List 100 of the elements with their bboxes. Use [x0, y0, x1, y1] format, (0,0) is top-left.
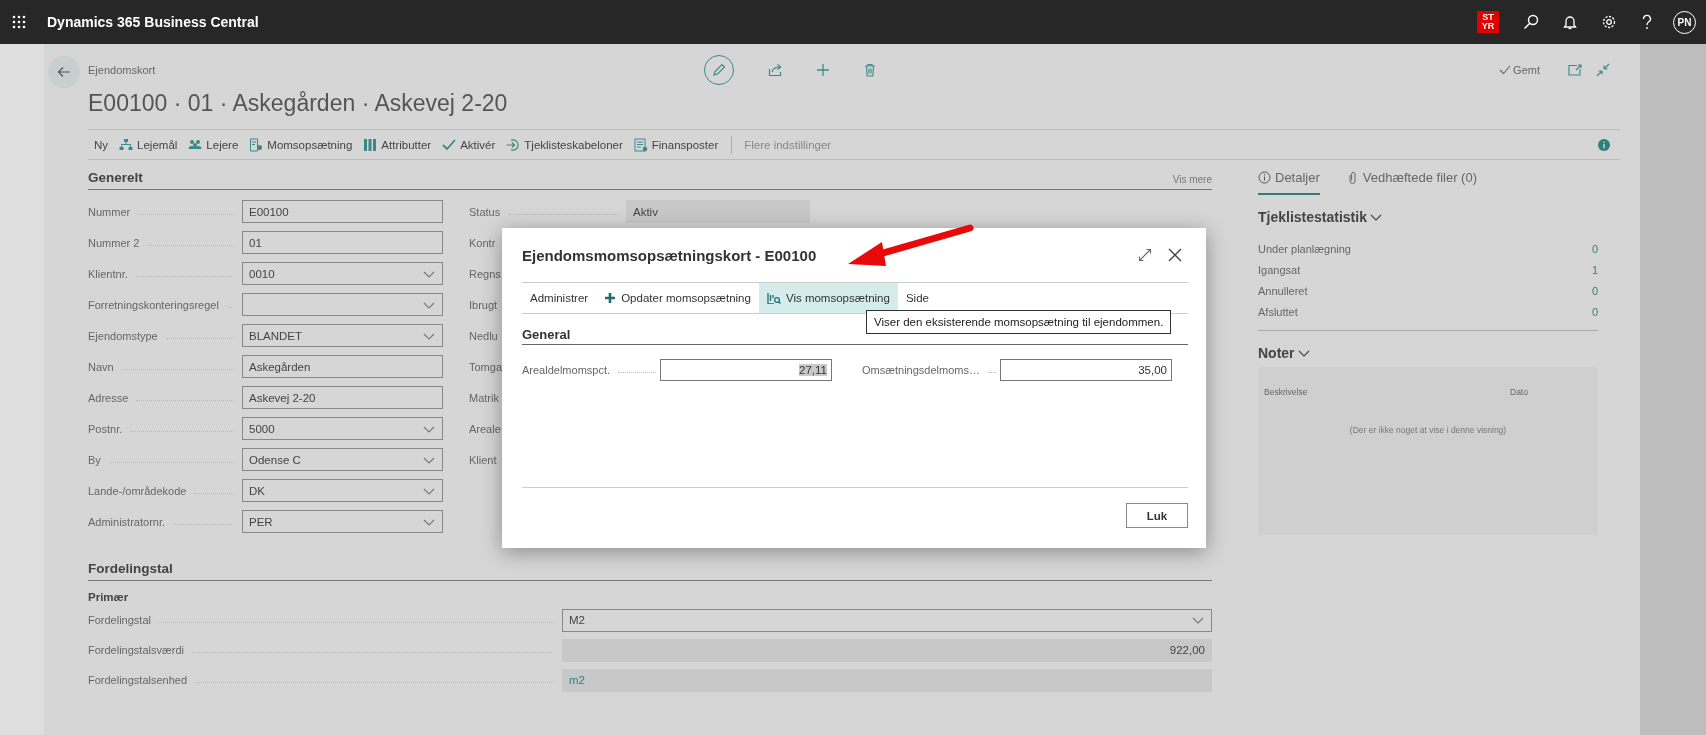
- input-field[interactable]: 27,11: [660, 359, 832, 381]
- field-label: Areale: [469, 422, 501, 435]
- input-field[interactable]: Askegården: [242, 355, 443, 378]
- section-heading[interactable]: Fordelingstal: [88, 561, 173, 576]
- action-button[interactable]: Lejere: [188, 137, 239, 152]
- dropdown-field[interactable]: BLANDET: [242, 324, 443, 347]
- dropdown-field[interactable]: Odense C: [242, 448, 443, 471]
- field-label: Nedlu: [469, 329, 498, 342]
- stat-label: Igangsat: [1258, 264, 1301, 276]
- field-label: Ejendomstype: [88, 329, 158, 342]
- action-button[interactable]: Opdater momsopsætning: [596, 283, 759, 313]
- dialog-title: Ejendomsmomsopsætningskort - E00100: [522, 246, 817, 264]
- input-field[interactable]: 01: [242, 231, 443, 254]
- action-button[interactable]: Aktivér: [442, 137, 496, 152]
- dropdown-field[interactable]: 0010: [242, 262, 443, 285]
- dropdown-field[interactable]: PER: [242, 510, 443, 533]
- field-label: Postnr.: [88, 422, 123, 435]
- field-label: Nummer 2: [88, 236, 140, 249]
- stats-heading[interactable]: Tjeklistestatistik: [1258, 209, 1383, 225]
- field-label: By: [88, 453, 101, 466]
- expand-icon[interactable]: [1138, 248, 1152, 262]
- check-icon: [442, 137, 457, 152]
- leader-line: [988, 372, 996, 373]
- dropdown-field[interactable]: 5000: [242, 417, 443, 440]
- search-icon[interactable]: [1523, 14, 1539, 30]
- save-status: Gemt: [1499, 64, 1540, 76]
- column-header: Dato: [1510, 387, 1528, 397]
- field-label: Klientnr.: [88, 267, 128, 280]
- action-button[interactable]: Attributter: [363, 137, 432, 152]
- plus-icon: [604, 292, 617, 304]
- stat-label: Afsluttet: [1258, 306, 1298, 318]
- document-settings-icon: [249, 137, 264, 152]
- back-button[interactable]: [48, 56, 80, 88]
- delete-icon[interactable]: [864, 63, 876, 77]
- field-label: Fordelingstalsenhed: [88, 674, 188, 686]
- breadcrumb[interactable]: Ejendomskort: [88, 64, 704, 76]
- column-header: Beskrivelse: [1264, 387, 1309, 397]
- field-label: Navn: [88, 360, 114, 373]
- leader-line: [618, 372, 656, 373]
- notes-heading[interactable]: Noter: [1258, 345, 1311, 361]
- field-label: Status: [469, 205, 501, 218]
- dropdown-field[interactable]: DK: [242, 479, 443, 502]
- action-button[interactable]: Finansposter: [633, 137, 719, 152]
- field-label: Omsætningsdelmoms…: [862, 364, 980, 376]
- action-button[interactable]: Tjeklisteskabeloner: [506, 137, 623, 152]
- dropdown-field[interactable]: [242, 293, 443, 316]
- app-title[interactable]: Dynamics 365 Business Central: [47, 14, 259, 30]
- action-button[interactable]: Vis momsopsætning: [758, 283, 898, 313]
- field-label: Kontr: [469, 236, 496, 249]
- page-title: E00100 · 01 · Askegården · Askevej 2-20: [88, 90, 509, 118]
- check-icon: [1499, 65, 1512, 75]
- action-button[interactable]: Side: [897, 283, 937, 313]
- field-label: Forretningskonteringsregel: [88, 298, 219, 311]
- info-icon[interactable]: [1598, 138, 1610, 151]
- company-badge[interactable]: ST YR: [1477, 11, 1499, 33]
- action-button[interactable]: Momsopsætning: [249, 137, 353, 152]
- section-heading[interactable]: General: [522, 327, 571, 342]
- plus-icon[interactable]: [816, 63, 830, 77]
- dropdown-field[interactable]: M2: [562, 608, 1212, 632]
- close-button[interactable]: Luk: [1126, 503, 1188, 528]
- help-icon[interactable]: [1641, 14, 1653, 30]
- field-value: 35,00: [1138, 364, 1167, 376]
- field-label: Lande-/områdekode: [88, 484, 187, 497]
- columns-icon: [363, 137, 378, 152]
- field-label: Fordelingstalsværdi: [88, 644, 184, 656]
- tooltip: Viser den eksisterende momsopsætning til ejendommen.: [866, 310, 1172, 334]
- field-value: 27,11: [799, 364, 827, 376]
- stat-label: Under planlægning: [1258, 243, 1351, 255]
- read-only-field: 922,00: [562, 638, 1212, 662]
- field-label: Nummer: [88, 205, 131, 218]
- share-icon[interactable]: [768, 63, 782, 77]
- read-only-field: Aktiv: [626, 200, 810, 223]
- field-label: Ibrugt: [469, 298, 498, 311]
- app-launcher-icon[interactable]: [12, 15, 26, 29]
- field-label: Klient: [469, 453, 497, 466]
- field-label: Regns: [469, 267, 501, 280]
- input-field[interactable]: Askevej 2-20: [242, 386, 443, 409]
- subsection-heading: Primær: [88, 591, 130, 603]
- empty-message: (Der er ikke noget at vise i denne visning): [1348, 425, 1508, 435]
- input-field[interactable]: 35,00: [1000, 359, 1172, 381]
- back-arrow-icon: [57, 66, 71, 78]
- settings-icon[interactable]: [1601, 14, 1617, 30]
- collapse-icon[interactable]: [1596, 63, 1610, 77]
- factbox-tab[interactable]: Detaljer: [1258, 170, 1320, 195]
- bell-icon[interactable]: [1563, 14, 1577, 30]
- close-icon[interactable]: [1168, 248, 1182, 262]
- factbox-tab[interactable]: Vedhæftede filer (0): [1345, 170, 1477, 195]
- action-button[interactable]: Lejemål: [119, 137, 178, 152]
- section-heading[interactable]: Generelt: [88, 170, 143, 185]
- action-button[interactable]: Ny: [94, 138, 109, 151]
- ledger-icon: [633, 137, 648, 152]
- hierarchy-icon: [119, 137, 134, 152]
- input-field[interactable]: E00100: [242, 200, 443, 223]
- info-icon: [1258, 171, 1271, 184]
- field-label: Arealdelmomspct.: [522, 364, 611, 376]
- open-new-window-icon[interactable]: [1568, 64, 1582, 76]
- field-label: Tomga: [469, 360, 503, 373]
- people-icon: [188, 137, 203, 152]
- action-button[interactable]: Administrer: [522, 283, 597, 313]
- stat-label: Annulleret: [1258, 285, 1308, 297]
